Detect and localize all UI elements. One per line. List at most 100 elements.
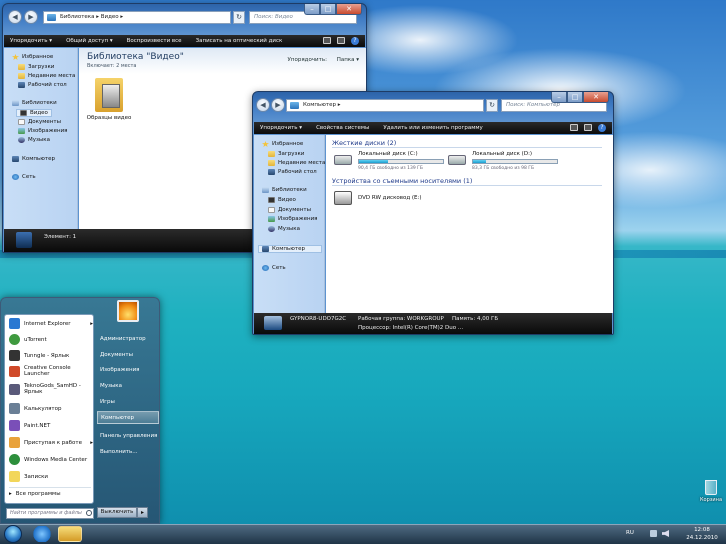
refresh-button[interactable]: ↻ <box>233 11 245 24</box>
view-icon[interactable] <box>323 37 331 44</box>
address-bar[interactable]: Компьютер ▸ <box>286 99 484 112</box>
nav-music[interactable]: Музыка <box>268 226 300 232</box>
dvd-drive[interactable]: DVD RW дисковод (E:) <box>334 191 444 207</box>
start-right-run[interactable]: Выполнить... <box>97 446 159 459</box>
library-icon <box>262 187 269 193</box>
nav-images[interactable]: Изображения <box>268 216 317 222</box>
program-utorrent[interactable]: uTorrent <box>9 334 93 345</box>
program-tunngle[interactable]: Tunngle - Ярлык <box>9 350 93 361</box>
nav-computer[interactable]: Компьютер <box>12 156 55 162</box>
clock[interactable]: 12:08 24.12.2010 <box>684 526 720 542</box>
back-button[interactable]: ◀ <box>256 98 270 112</box>
nav-recent[interactable]: Недавние места <box>18 73 75 79</box>
start-right-games[interactable]: Игры <box>97 396 159 409</box>
nav-video[interactable]: Видео <box>16 109 52 117</box>
start-right-documents[interactable]: Документы <box>97 349 159 362</box>
system-properties-button[interactable]: Свойства системы <box>316 125 369 131</box>
computer-name: GYPNOR8-UDO7G2C <box>290 316 347 322</box>
search-icon <box>86 510 92 516</box>
back-button[interactable]: ◀ <box>8 10 22 24</box>
nav-desktop[interactable]: Рабочий стол <box>268 169 317 175</box>
program-paint-net[interactable]: Paint.NET <box>9 420 93 431</box>
arrange-by[interactable]: Упорядочить: Папка ▾ <box>288 57 359 63</box>
program-calculator[interactable]: Калькулятор <box>9 403 93 414</box>
user-picture[interactable] <box>117 300 139 322</box>
command-bar: Упорядочить ▾ Общий доступ ▾ Воспроизвес… <box>4 35 365 47</box>
tray-network-icon[interactable] <box>650 530 657 537</box>
program-sticky-notes[interactable]: Записки <box>9 471 93 482</box>
shutdown-options-button[interactable]: ▸ <box>137 507 148 518</box>
nav-computer[interactable]: Компьютер <box>258 245 322 253</box>
status-icon <box>16 232 32 248</box>
nav-network[interactable]: Сеть <box>262 265 286 271</box>
library-heading: Библиотека "Видео" <box>87 52 184 62</box>
start-right-music[interactable]: Музыка <box>97 380 159 393</box>
taskbar-internet-explorer[interactable] <box>30 526 54 542</box>
hdd-section-header[interactable]: Жесткие диски (2) <box>332 139 602 148</box>
removable-section-header[interactable]: Устройства со съемными носителями (1) <box>332 177 602 186</box>
program-getting-started[interactable]: Приступая к работе ▸ <box>9 437 93 448</box>
start-right-control-panel[interactable]: Панель управления <box>97 430 159 443</box>
uninstall-program-button[interactable]: Удалить или изменить программу <box>383 125 482 131</box>
preview-pane-icon[interactable] <box>337 37 345 44</box>
recycle-bin-shortcut[interactable]: Корзина <box>700 478 722 503</box>
maximize-button[interactable]: □ <box>567 92 583 103</box>
preview-pane-icon[interactable] <box>584 124 592 131</box>
drive-c[interactable]: Локальный диск (C:) 90,4 ГБ свободно из … <box>334 151 444 173</box>
sample-videos-folder[interactable]: Образцы видео <box>87 78 131 128</box>
nav-downloads[interactable]: Загрузки <box>18 64 54 70</box>
library-subheading[interactable]: Включает: 2 места <box>87 63 136 69</box>
play-all-button[interactable]: Воспроизвести все <box>127 38 182 44</box>
start-right-images[interactable]: Изображения <box>97 364 159 377</box>
processor: Процессор: Intel(R) Core(TM)2 Duo ... <box>358 325 464 331</box>
program-internet-explorer[interactable]: Internet Explorer ▸ <box>9 318 93 329</box>
burn-button[interactable]: Записать на оптический диск <box>196 38 283 44</box>
share-menu[interactable]: Общий доступ ▾ <box>66 38 113 44</box>
all-programs[interactable]: ▸ Все программы <box>9 491 93 497</box>
start-search-input[interactable]: Найти программы и файлы <box>6 508 94 519</box>
computer-window[interactable]: ◀ ▶ Компьютер ▸ ↻ Поиск: Компьютер – □ ✕… <box>252 91 614 335</box>
nav-downloads[interactable]: Загрузки <box>268 151 304 157</box>
view-icon[interactable] <box>570 124 578 131</box>
start-right-computer[interactable]: Компьютер <box>97 411 159 424</box>
nav-video[interactable]: Видео <box>268 197 296 203</box>
star-icon <box>262 141 269 147</box>
nav-documents[interactable]: Документы <box>18 119 61 125</box>
video-icon <box>20 110 27 116</box>
nav-favorites[interactable]: Избранное <box>12 54 53 60</box>
close-button[interactable]: ✕ <box>336 4 362 15</box>
toolbar-right: ? <box>323 37 359 45</box>
program-windows-media-center[interactable]: Windows Media Center <box>9 454 93 465</box>
nav-documents[interactable]: Документы <box>268 207 311 213</box>
maximize-button[interactable]: □ <box>320 4 336 15</box>
organize-menu[interactable]: Упорядочить ▾ <box>260 125 302 131</box>
refresh-button[interactable]: ↻ <box>486 99 498 112</box>
nav-images[interactable]: Изображения <box>18 128 67 134</box>
start-right-administrator[interactable]: Администратор <box>97 333 159 346</box>
help-icon[interactable]: ? <box>598 124 606 132</box>
program-teknogods[interactable]: TeknoGods_SamHD - Ярлык <box>9 383 93 395</box>
nav-recent[interactable]: Недавние места <box>268 160 325 166</box>
language-indicator[interactable]: RU <box>626 530 634 536</box>
start-button[interactable] <box>4 525 22 543</box>
nav-libraries[interactable]: Библиотеки <box>12 100 57 106</box>
nav-desktop[interactable]: Рабочий стол <box>18 82 67 88</box>
shutdown-button[interactable]: Выключить <box>97 507 137 518</box>
nav-libraries[interactable]: Библиотеки <box>262 187 307 193</box>
start-menu-programs: Internet Explorer ▸ uTorrent Tunngle - Яр… <box>4 314 94 504</box>
program-creative-console[interactable]: Creative Console Launcher <box>9 365 93 377</box>
minimize-button[interactable]: – <box>551 92 567 103</box>
nav-network[interactable]: Сеть <box>12 174 36 180</box>
help-icon[interactable]: ? <box>351 37 359 45</box>
nav-favorites[interactable]: Избранное <box>262 141 303 147</box>
drive-d[interactable]: Локальный диск (D:) 83,3 ГБ свободно из … <box>448 151 558 173</box>
organize-menu[interactable]: Упорядочить ▾ <box>10 38 52 44</box>
forward-button[interactable]: ▶ <box>24 10 38 24</box>
address-bar[interactable]: Библиотека ▸ Видео ▸ <box>43 11 231 24</box>
nav-music[interactable]: Музыка <box>18 137 50 143</box>
clock-date: 24.12.2010 <box>686 535 718 541</box>
forward-button[interactable]: ▶ <box>271 98 285 112</box>
minimize-button[interactable]: – <box>304 4 320 15</box>
taskbar-explorer[interactable] <box>58 526 82 542</box>
close-button[interactable]: ✕ <box>583 92 609 103</box>
